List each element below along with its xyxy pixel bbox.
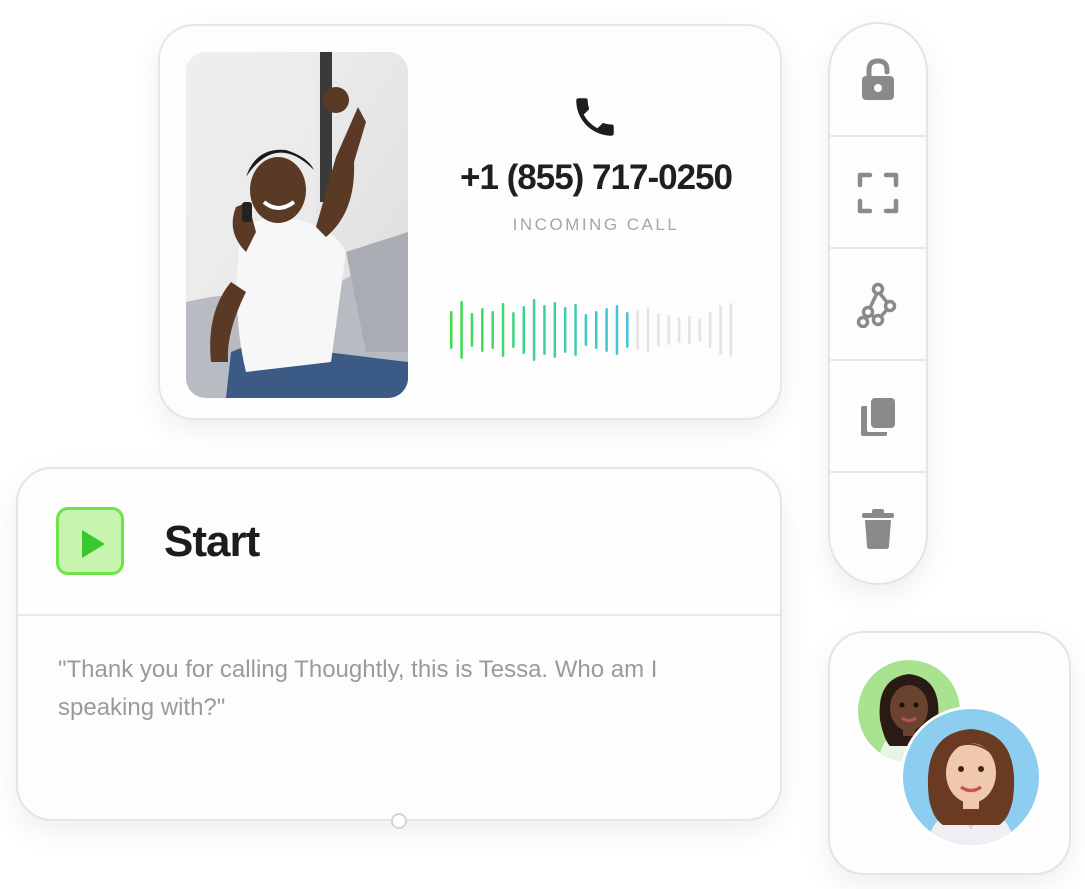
waveform-bar: [501, 303, 505, 357]
node-toolbar: [828, 22, 928, 585]
copy-button[interactable]: [830, 361, 926, 473]
fullscreen-icon: [857, 172, 899, 214]
waveform-bar: [626, 312, 629, 348]
waveform-bar: [677, 317, 681, 343]
workflow-button[interactable]: [830, 249, 926, 361]
waveform-bar: [595, 311, 598, 349]
waveform-bar: [615, 305, 619, 355]
waveform-bar: [563, 307, 567, 353]
unlock-button[interactable]: [830, 24, 926, 136]
delete-button[interactable]: [830, 473, 926, 583]
node-connector-handle[interactable]: [391, 813, 407, 829]
fullscreen-button[interactable]: [830, 137, 926, 249]
incoming-call-card[interactable]: +1 (855) 717-0250 INCOMING CALL: [158, 24, 782, 420]
call-status-label: INCOMING CALL: [512, 215, 680, 234]
waveform-bar: [532, 299, 536, 361]
waveform-bar: [574, 304, 577, 356]
waveform-bar: [470, 313, 474, 347]
waveform-bar: [646, 307, 650, 353]
waveform-bar: [543, 305, 546, 355]
waveform-bar: [698, 318, 702, 342]
start-node-title: Start: [164, 517, 260, 566]
waveform-bar: [729, 303, 733, 357]
canvas: +1 (855) 717-0250 INCOMING CALL Start "T…: [0, 0, 1085, 889]
play-icon: [82, 530, 105, 558]
phone-icon: [570, 92, 620, 142]
copy-icon: [861, 398, 895, 436]
start-node-card[interactable]: Start "Thank you for calling Thoughtly, …: [16, 467, 782, 829]
waveform-bar: [667, 315, 670, 345]
waveform-bar: [719, 305, 722, 355]
agent-avatar[interactable]: [900, 706, 1042, 848]
start-node-header: Start: [18, 469, 780, 616]
waveform-bar: [553, 302, 557, 358]
waveform-bar: [636, 310, 639, 350]
waveform-bar: [512, 312, 515, 348]
workflow-icon: [856, 282, 897, 328]
trash-icon: [862, 509, 894, 549]
agents-avatar-card[interactable]: [828, 631, 1071, 875]
caller-phone-number: +1 (855) 717-0250: [460, 158, 733, 197]
greeting-script-text[interactable]: "Thank you for calling Thoughtly, this i…: [58, 651, 738, 727]
waveform-bar: [491, 311, 494, 349]
waveform-bar: [688, 316, 691, 344]
audio-waveform: [450, 299, 733, 361]
unlock-icon: [862, 58, 894, 100]
waveform-bar: [450, 311, 453, 349]
waveform-bar: [522, 306, 525, 354]
waveform-bar: [605, 308, 608, 352]
waveform-bar: [481, 308, 484, 352]
caller-photo: [186, 52, 408, 398]
waveform-bar: [460, 301, 463, 359]
play-button[interactable]: [56, 507, 124, 575]
waveform-bar: [584, 314, 588, 346]
waveform-bar: [657, 313, 660, 347]
waveform-bar: [708, 312, 712, 348]
